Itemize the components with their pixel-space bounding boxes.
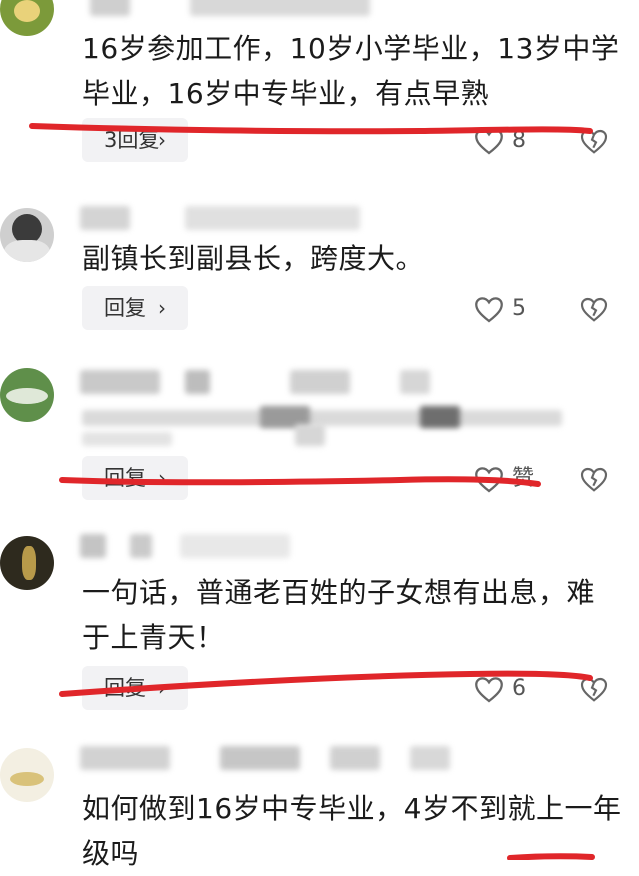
avatar[interactable] — [0, 748, 54, 802]
avatar-image — [22, 546, 36, 580]
heart-outline-icon[interactable] — [472, 462, 506, 496]
broken-heart-icon[interactable] — [578, 463, 610, 495]
like-count: 8 — [512, 128, 526, 153]
avatar[interactable] — [0, 208, 54, 262]
like-count: 6 — [512, 676, 526, 701]
reply-button[interactable]: 回复 › — [82, 286, 188, 330]
reply-label: 回复 — [104, 676, 146, 700]
like-count: 5 — [512, 296, 526, 321]
avatar-image — [14, 0, 40, 22]
heart-outline-icon[interactable] — [472, 672, 506, 706]
comment-text: 一句话，普通老百姓的子女想有出息，难于上青天！ — [82, 576, 596, 654]
broken-heart-icon[interactable] — [578, 673, 610, 705]
reply-button[interactable]: 回复 › — [82, 666, 188, 710]
broken-heart-icon[interactable] — [578, 125, 610, 157]
avatar-image — [6, 388, 48, 404]
comment-item: 一句话，普通老百姓的子女想有出息，难于上青天！ 回复 › 6 — [0, 528, 639, 728]
comment-text: 副镇长到副县长，跨度大。 — [82, 242, 425, 275]
avatar[interactable] — [0, 0, 54, 36]
like-count: 赞 — [512, 466, 535, 491]
comment-item: 如何做到16岁中专毕业，4岁不到就上一年级吗 — [0, 742, 639, 870]
reply-button[interactable]: 回复 › — [82, 456, 188, 500]
reply-label: 3回复 — [104, 128, 160, 152]
reply-label: 回复 — [104, 466, 146, 490]
username-blurred — [90, 0, 130, 16]
comment-text: 16岁参加工作，10岁小学毕业，13岁中学毕业，16岁中专毕业，有点早熟 — [82, 32, 620, 110]
avatar[interactable] — [0, 368, 54, 422]
chevron-right-icon: › — [158, 296, 166, 320]
comment-item: 16岁参加工作，10岁小学毕业，13岁中学毕业，16岁中专毕业，有点早熟 3回复… — [0, 0, 639, 170]
broken-heart-icon[interactable] — [578, 293, 610, 325]
timestamp-blurred — [185, 206, 360, 230]
username-blurred — [80, 746, 170, 770]
heart-outline-icon[interactable] — [472, 124, 506, 158]
reply-button[interactable]: 3回复 › — [82, 118, 188, 162]
reply-label: 回复 — [104, 296, 146, 320]
heart-outline-icon[interactable] — [472, 292, 506, 326]
chevron-right-icon: › — [158, 466, 166, 490]
username-blurred — [80, 370, 160, 394]
timestamp-blurred — [180, 534, 290, 558]
comment-item: 副镇长到副县长，跨度大。 回复 › 5 — [0, 200, 639, 340]
username-blurred — [80, 206, 130, 230]
username-blurred — [80, 534, 106, 558]
avatar[interactable] — [0, 536, 54, 590]
comment-text: 如何做到16岁中专毕业，4岁不到就上一年级吗 — [82, 792, 622, 870]
avatar-image — [10, 772, 44, 786]
timestamp-blurred — [190, 0, 370, 16]
chevron-right-icon: › — [158, 128, 166, 152]
comment-item: 回复 › 赞 — [0, 360, 639, 510]
chevron-right-icon: › — [158, 676, 166, 700]
